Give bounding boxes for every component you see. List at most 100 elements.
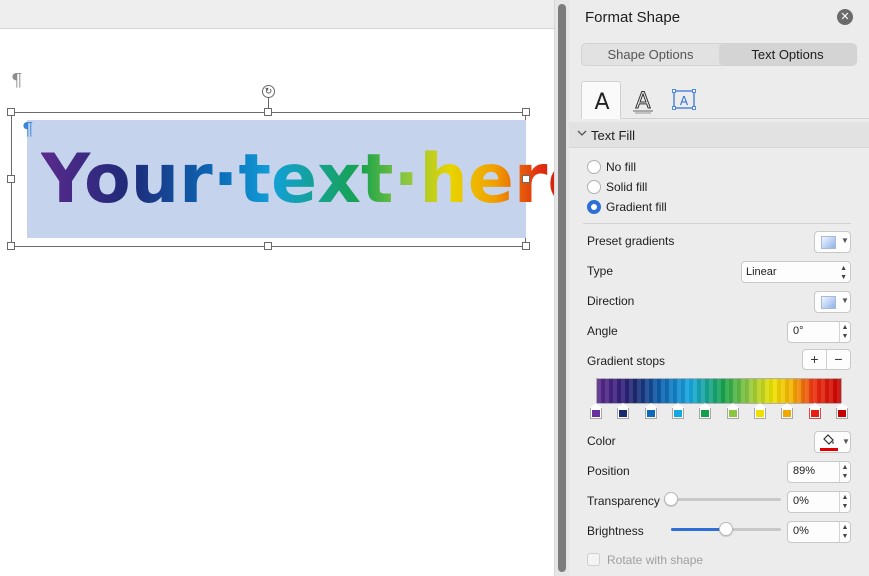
solid-fill-label: Solid fill <box>606 180 648 194</box>
stepper-arrows-icon[interactable]: ▲ ▼ <box>839 462 850 482</box>
gradient-stop-color <box>728 410 737 417</box>
resize-handle-bottom-left[interactable] <box>7 242 15 250</box>
chevron-down-icon-svg <box>577 130 587 136</box>
gradient-type-select[interactable]: Linear ▲ ▼ <box>741 261 851 283</box>
gradient-stop[interactable] <box>590 403 602 419</box>
gradient-stop-color <box>701 410 710 417</box>
resize-handle-bottom[interactable] <box>264 242 272 250</box>
gradient-stop-color <box>646 410 655 417</box>
stop-color-button[interactable]: ▼ <box>814 431 851 453</box>
section-label: Text Fill <box>591 128 636 143</box>
gradient-stop[interactable] <box>672 403 684 419</box>
gradient-stop-color <box>810 410 819 417</box>
brightness-value: 0% <box>793 525 809 537</box>
transparency-label: Transparency <box>587 494 660 508</box>
gradient-stop[interactable] <box>808 403 821 419</box>
resize-handle-top-left[interactable] <box>7 108 15 116</box>
gradient-stop[interactable] <box>754 403 766 419</box>
type-label: Type <box>587 264 614 278</box>
close-pane-button[interactable]: ✕ <box>837 9 853 25</box>
stepper-arrows-icon[interactable]: ▲ ▼ <box>839 492 850 512</box>
gradient-stop-color <box>674 410 682 417</box>
svg-text:A: A <box>635 89 650 114</box>
text-fill-outline-icon: A <box>594 90 609 115</box>
text-fill-section-body: No fill Solid fill Gradient fill Preset … <box>569 149 869 576</box>
stepper-arrows-icon[interactable]: ▲ ▼ <box>839 322 850 342</box>
tab-text-box[interactable]: A <box>664 81 704 119</box>
brightness-label: Brightness <box>587 524 644 538</box>
document-top-margin <box>0 0 554 29</box>
text-effects-icon: A <box>633 89 653 115</box>
text-fill-section-header[interactable]: Text Fill <box>569 122 869 148</box>
transparency-value: 0% <box>793 495 809 507</box>
dropdown-caret-icon: ▼ <box>841 296 849 305</box>
gradient-stop-buttons: + − <box>802 349 851 370</box>
scrollbar-thumb[interactable] <box>558 4 566 572</box>
resize-handle-top-right[interactable] <box>522 108 530 116</box>
rotate-with-shape-checkbox[interactable] <box>587 553 600 566</box>
tab-text-effects[interactable]: A <box>623 81 663 119</box>
gradient-preview-bar[interactable] <box>596 378 842 404</box>
transparency-slider[interactable] <box>664 492 781 506</box>
brightness-stepper[interactable]: 0% ▲ ▼ <box>787 521 851 543</box>
document-area: ¶ ↻ Your·text·here ¶ <box>0 0 554 576</box>
gradient-stop-color <box>838 410 846 417</box>
add-stop-button[interactable]: + <box>803 350 827 369</box>
gradient-stop[interactable] <box>617 403 630 419</box>
gradient-stop[interactable] <box>781 403 794 419</box>
svg-text:A: A <box>594 90 609 115</box>
document-page[interactable]: ¶ ↻ Your·text·here ¶ <box>0 30 554 576</box>
position-stepper[interactable]: 89% ▲ ▼ <box>787 461 851 483</box>
resize-handle-top[interactable] <box>264 108 272 116</box>
gradient-bar-texture <box>597 379 841 403</box>
paint-bucket-svg <box>823 434 834 445</box>
selected-color-swatch <box>820 448 838 451</box>
position-label: Position <box>587 464 630 478</box>
resize-handle-bottom-right[interactable] <box>522 242 530 250</box>
resize-handle-right[interactable] <box>522 175 530 183</box>
rotate-handle-icon[interactable]: ↻ <box>262 85 275 98</box>
text-selection-highlight: Your·text·here <box>27 120 554 238</box>
gradient-fill-radio[interactable] <box>587 200 601 214</box>
gradient-stop-color <box>619 410 628 417</box>
chevron-down-icon <box>577 128 587 141</box>
brightness-slider-knob[interactable] <box>719 522 733 536</box>
tab-shape-options[interactable]: Shape Options <box>582 44 719 65</box>
paragraph-mark: ¶ <box>11 70 23 91</box>
direction-swatch-icon <box>821 296 836 309</box>
document-scrollbar[interactable] <box>554 0 569 576</box>
transparency-stepper[interactable]: 0% ▲ ▼ <box>787 491 851 513</box>
no-fill-radio[interactable] <box>587 160 601 174</box>
text-options-icon-tabs: A A A <box>581 81 869 119</box>
gradient-stop[interactable] <box>699 403 712 419</box>
transparency-slider-knob[interactable] <box>664 492 678 506</box>
direction-button[interactable]: ▼ <box>814 291 851 313</box>
gradient-swatch-icon <box>821 236 836 249</box>
shape-paragraph-mark: ¶ <box>22 119 34 140</box>
gradient-stop[interactable] <box>644 403 657 419</box>
svg-text:A: A <box>680 94 689 108</box>
remove-stop-button[interactable]: − <box>827 350 850 369</box>
format-shape-pane: Format Shape ✕ Shape Options Text Option… <box>569 0 869 576</box>
text-box-shape[interactable]: Your·text·here ¶ <box>7 108 554 250</box>
angle-stepper[interactable]: 0° ▲ ▼ <box>787 321 851 343</box>
select-stepper-icon: ▲ ▼ <box>840 265 847 281</box>
tab-text-options[interactable]: Text Options <box>719 44 856 65</box>
direction-label: Direction <box>587 294 635 308</box>
stepper-arrows-icon[interactable]: ▲ ▼ <box>839 522 850 542</box>
resize-handle-left[interactable] <box>7 175 15 183</box>
gradient-stop-color <box>756 410 764 417</box>
color-label: Color <box>587 434 616 448</box>
tab-text-fill-outline[interactable]: A <box>581 81 621 119</box>
solid-fill-radio[interactable] <box>587 180 601 194</box>
gradient-stop[interactable] <box>726 403 739 419</box>
brightness-slider-fill <box>671 528 726 531</box>
text-box-icon: A <box>672 89 696 110</box>
gradient-fill-label: Gradient fill <box>606 200 667 214</box>
position-value: 89% <box>793 465 816 477</box>
gradient-stop[interactable] <box>836 403 848 419</box>
gradient-stop-color <box>592 410 600 417</box>
shape-text[interactable]: Your·text·here <box>41 140 554 220</box>
brightness-slider[interactable] <box>671 522 781 536</box>
preset-gradients-button[interactable]: ▼ <box>814 231 851 253</box>
